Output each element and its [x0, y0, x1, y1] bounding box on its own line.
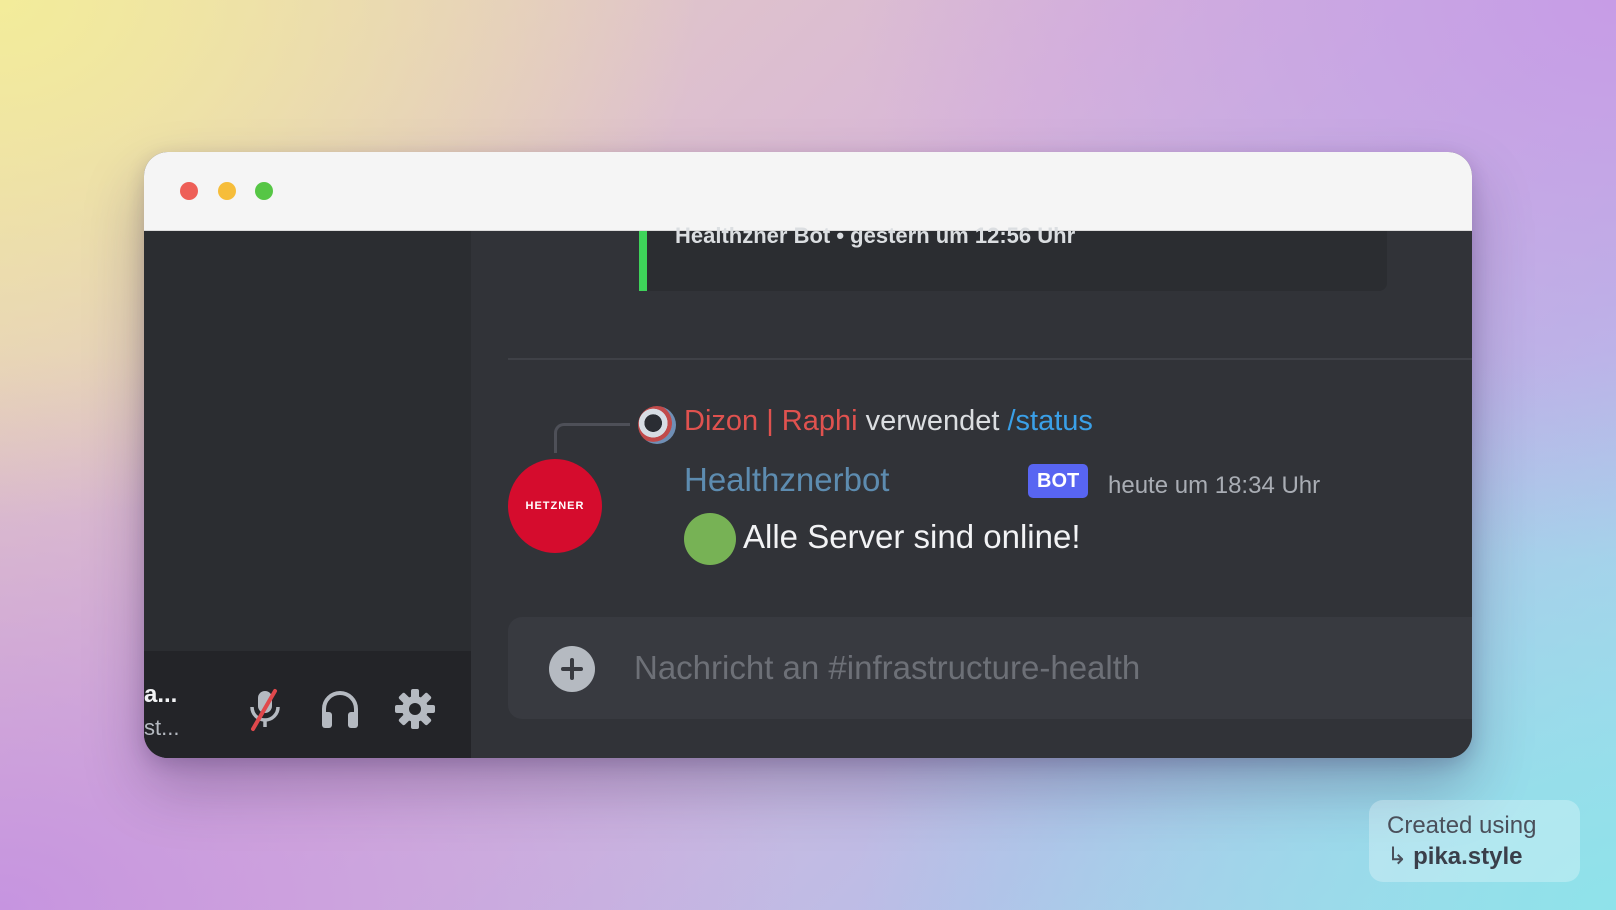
green-circle-icon	[684, 513, 736, 565]
reply-user-name[interactable]: Dizon | Raphi	[684, 405, 858, 437]
message-composer	[508, 617, 1472, 719]
user-status: st...	[144, 715, 180, 740]
channel-sidebar: a... st...	[144, 231, 471, 758]
watermark: Created using ↳ pika.style	[1369, 800, 1580, 882]
message-content: Alle Server sind online!	[743, 518, 1081, 555]
bot-badge: BOT	[1028, 464, 1089, 498]
message-author[interactable]: Healthznerbot	[684, 461, 889, 499]
watermark-text: Created using	[1387, 812, 1537, 839]
embed-footer: Healthzner Bot • gestern um 12:56 Uhr	[675, 223, 1076, 248]
user-name[interactable]: a...	[144, 681, 192, 709]
message-timestamp: heute um 18:34 Uhr	[1108, 472, 1321, 499]
gear-icon[interactable]	[391, 685, 439, 733]
watermark-brand: ↳ pika.style	[1387, 842, 1562, 871]
reply-verb: verwendet	[865, 405, 1000, 437]
close-window-button[interactable]	[180, 182, 198, 200]
message-input[interactable]	[634, 645, 1454, 691]
plus-icon	[561, 658, 583, 680]
bot-avatar[interactable]: HETZNER	[508, 459, 602, 553]
watermark-brand-name: pika.style	[1413, 843, 1523, 870]
add-attachment-button[interactable]	[549, 646, 595, 692]
minimize-window-button[interactable]	[218, 182, 236, 200]
headset-icon[interactable]	[316, 685, 364, 733]
chat-area: Healthzner Bot • gestern um 12:56 Uhr Di…	[471, 223, 1472, 758]
mic-muted-icon[interactable]	[241, 685, 289, 733]
reply-connector	[554, 423, 630, 453]
arrow-icon: ↳	[1387, 843, 1408, 870]
command-reference: Dizon | Raphi verwendet /status	[684, 405, 1093, 438]
window-titlebar	[144, 152, 1472, 231]
user-panel: a... st...	[144, 651, 471, 758]
maximize-window-button[interactable]	[255, 182, 273, 200]
avatar-logo: HETZNER	[525, 500, 585, 512]
reply-user-avatar[interactable]	[638, 406, 676, 444]
previous-embed: Healthzner Bot • gestern um 12:56 Uhr	[639, 223, 1387, 291]
reply-command[interactable]: /status	[1008, 405, 1093, 437]
app-window: a... st... Healthzner Bot • gestern um 1…	[144, 152, 1472, 758]
message-divider	[508, 358, 1472, 360]
